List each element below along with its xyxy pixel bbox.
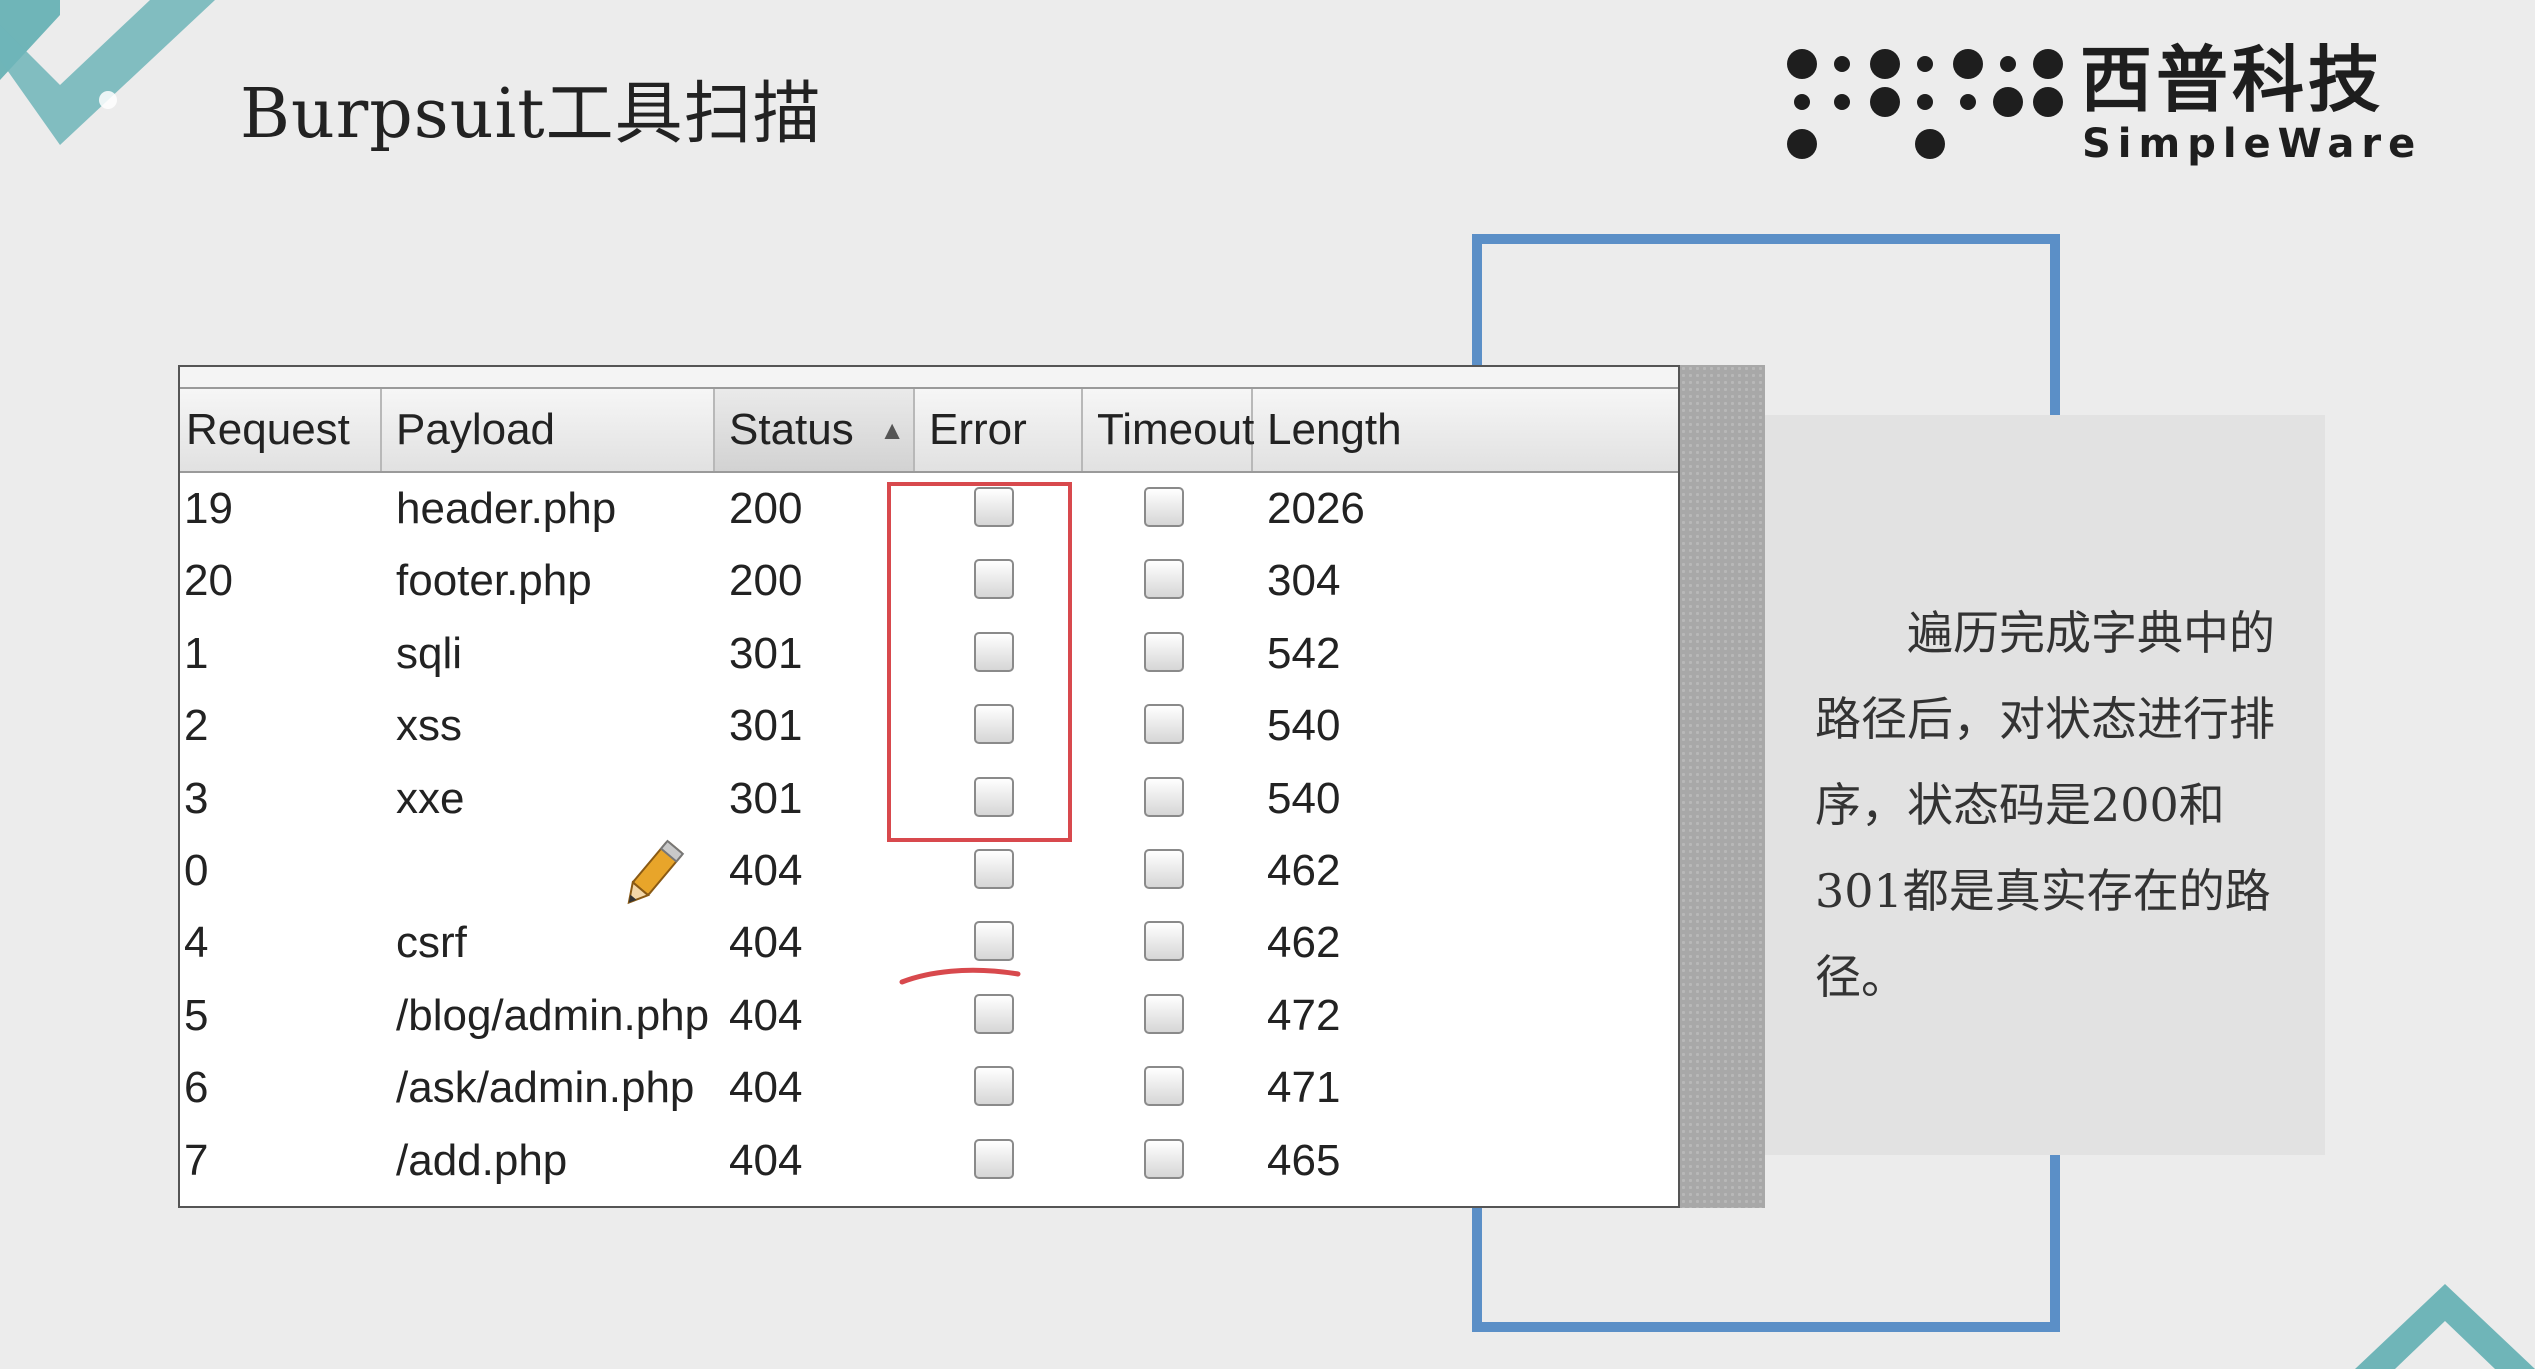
- length-cell: 472: [1267, 990, 1341, 1040]
- request-cell: 7: [184, 1135, 209, 1185]
- length-cell: 462: [1267, 845, 1341, 895]
- error-checkbox[interactable]: [974, 993, 1014, 1034]
- column-header-request[interactable]: Request: [180, 389, 382, 471]
- corner-decoration-top-left: [0, 0, 215, 145]
- payload-cell: xxe: [396, 773, 465, 823]
- column-header-timeout[interactable]: Timeout: [1083, 389, 1255, 471]
- status-cell: 301: [729, 773, 803, 823]
- table-shadow-strip: [1680, 365, 1765, 1208]
- timeout-checkbox[interactable]: [1144, 1066, 1184, 1107]
- payload-cell: header.php: [396, 484, 617, 533]
- length-cell: 540: [1267, 701, 1341, 751]
- column-header-length[interactable]: Length: [1253, 389, 1678, 471]
- corner-decoration-bottom-right: [2355, 1284, 2535, 1369]
- error-checkbox[interactable]: [974, 1138, 1014, 1179]
- column-header-payload[interactable]: Payload: [382, 389, 715, 471]
- pencil-icon: [627, 839, 685, 905]
- request-cell: 2: [184, 701, 209, 751]
- logo-dots-icon: [1787, 49, 2063, 159]
- error-checkbox[interactable]: [974, 848, 1014, 889]
- request-cell: 3: [184, 773, 209, 823]
- sort-ascending-icon: ▲: [879, 415, 905, 445]
- status-cell: 301: [729, 628, 803, 678]
- timeout-checkbox[interactable]: [1144, 776, 1184, 817]
- payload-cell: sqli: [396, 628, 463, 678]
- column-header-error[interactable]: Error: [915, 389, 1083, 471]
- column-header-label: Error: [929, 405, 1027, 454]
- payload-cell: csrf: [396, 918, 467, 968]
- length-cell: 540: [1267, 773, 1341, 823]
- column-header-label: Length: [1267, 405, 1402, 454]
- error-checkbox[interactable]: [974, 921, 1014, 962]
- payload-cell: /ask/admin.php: [396, 1063, 695, 1113]
- logo-text-english: SimpleWare: [2082, 121, 2423, 167]
- column-header-status[interactable]: Status ▲: [715, 389, 915, 471]
- timeout-checkbox[interactable]: [1144, 848, 1184, 889]
- timeout-checkbox[interactable]: [1144, 631, 1184, 672]
- column-header-label: Request: [186, 405, 350, 454]
- length-cell: 304: [1267, 556, 1341, 606]
- explanation-card: 遍历完成字典中的路径后，对状态进行排序，状态码是200和301都是真实存在的路径…: [1765, 415, 2325, 1155]
- slide-title: Burpsuit工具扫描: [240, 75, 822, 154]
- status-cell: 404: [729, 1135, 803, 1185]
- request-cell: 6: [184, 1063, 209, 1113]
- column-header-label: Timeout: [1097, 405, 1255, 454]
- payload-cell: xss: [396, 701, 462, 751]
- status-highlight-box: [887, 482, 1072, 842]
- status-cell: 200: [729, 556, 803, 606]
- table-header-row: Request Payload Status ▲ Error Timeout Le…: [180, 389, 1678, 473]
- length-cell: 465: [1267, 1135, 1341, 1185]
- logo-text-chinese: 西普科技: [2080, 38, 2385, 122]
- payload-cell: /blog/admin.php: [396, 990, 710, 1040]
- status-cell: 404: [729, 1063, 803, 1113]
- request-cell: 5: [184, 990, 209, 1040]
- payload-cell: footer.php: [396, 556, 592, 606]
- length-cell: 2026: [1267, 484, 1365, 533]
- status-cell: 404: [729, 918, 803, 968]
- column-header-label: Payload: [396, 405, 556, 454]
- status-cell: 404: [729, 845, 803, 895]
- column-header-label: Status: [729, 405, 854, 454]
- payload-cell: /add.php: [396, 1135, 568, 1185]
- explanation-text: 遍历完成字典中的路径后，对状态进行排序，状态码是200和301都是真实存在的路径…: [1815, 606, 2275, 1004]
- table-row[interactable]: 0 404 462: [180, 835, 1678, 907]
- request-cell: 0: [184, 845, 209, 895]
- timeout-checkbox[interactable]: [1144, 487, 1184, 527]
- request-cell: 20: [184, 556, 233, 606]
- error-checkbox[interactable]: [974, 1066, 1014, 1107]
- status-cell: 301: [729, 701, 803, 751]
- timeout-checkbox[interactable]: [1144, 1138, 1184, 1179]
- status-cell: 404: [729, 990, 803, 1040]
- simpleware-logo: 西普科技 SimpleWare: [1780, 40, 2420, 170]
- timeout-checkbox[interactable]: [1144, 704, 1184, 745]
- length-cell: 542: [1267, 628, 1341, 678]
- request-cell: 1: [184, 628, 209, 678]
- length-cell: 462: [1267, 918, 1341, 968]
- table-top-bar: [180, 367, 1678, 389]
- request-cell: 4: [184, 918, 209, 968]
- status-cell: 200: [729, 484, 803, 533]
- timeout-checkbox[interactable]: [1144, 921, 1184, 962]
- table-row[interactable]: 5/blog/admin.php 404 472: [180, 980, 1678, 1052]
- table-row[interactable]: 6/ask/admin.php 404 471: [180, 1052, 1678, 1124]
- timeout-checkbox[interactable]: [1144, 559, 1184, 600]
- table-row[interactable]: 7/add.php 404 465: [180, 1125, 1678, 1197]
- red-underline-annotation: [899, 967, 1021, 985]
- timeout-checkbox[interactable]: [1144, 993, 1184, 1034]
- request-cell: 19: [184, 484, 233, 533]
- length-cell: 471: [1267, 1063, 1341, 1113]
